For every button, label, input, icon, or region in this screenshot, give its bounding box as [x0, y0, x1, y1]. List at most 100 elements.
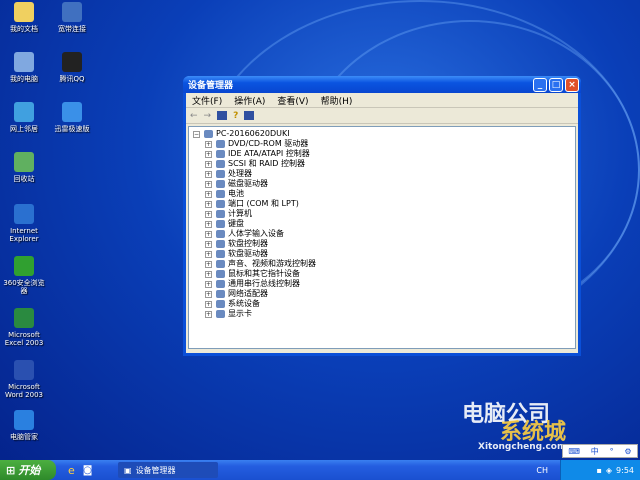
maximize-button[interactable]: □ — [549, 77, 563, 92]
expand-icon[interactable]: + — [205, 200, 212, 208]
device-category[interactable]: + 系统设备 — [193, 299, 571, 309]
expand-icon[interactable]: + — [205, 230, 212, 238]
expand-icon[interactable]: + — [205, 300, 212, 308]
app-icon — [14, 52, 34, 72]
expand-icon[interactable]: + — [205, 170, 212, 178]
device-category[interactable]: + 键盘 — [193, 219, 571, 229]
network-icon[interactable]: ▪ — [596, 466, 601, 475]
device-category[interactable]: + 人体学输入设备 — [193, 229, 571, 239]
device-icon — [216, 290, 225, 298]
start-label: 开始 — [18, 464, 41, 477]
device-icon — [216, 240, 225, 248]
console-tree-icon[interactable] — [244, 111, 255, 120]
device-category[interactable]: + SCSI 和 RAID 控制器 — [193, 159, 571, 169]
close-button[interactable]: × — [565, 77, 579, 92]
security-shield-icon[interactable]: ◈ — [606, 466, 612, 475]
expand-icon[interactable]: + — [205, 260, 212, 268]
show-desktop-icon[interactable]: ◙ — [83, 465, 93, 476]
device-category[interactable]: + 通用串行总线控制器 — [193, 279, 571, 289]
ime-icon[interactable]: ⌨ — [568, 447, 580, 456]
device-manager-window: 设备管理器 _ □ × 文件(F) 操作(A) 查看(V) 帮助(H) ← → … — [183, 76, 581, 356]
desktop-icon[interactable]: Internet Explorer — [0, 204, 48, 243]
back-icon[interactable]: ← — [190, 111, 198, 121]
expand-icon[interactable]: + — [205, 160, 212, 168]
expand-icon[interactable]: + — [205, 220, 212, 228]
punct-icon[interactable]: ° — [610, 447, 614, 456]
computer-icon: ▣ — [124, 465, 132, 475]
settings-icon[interactable]: ⚙ — [624, 447, 631, 456]
device-category[interactable]: + 鼠标和其它指针设备 — [193, 269, 571, 279]
ie-quicklaunch-icon[interactable]: e — [68, 464, 75, 477]
menu-file[interactable]: 文件(F) — [192, 94, 222, 107]
language-bar[interactable]: ⌨ 中 ° ⚙ — [562, 444, 638, 458]
device-category-label: 电池 — [228, 189, 244, 198]
desktop-icon-label: Microsoft Excel 2003 — [4, 331, 44, 347]
expand-icon[interactable]: + — [205, 250, 212, 258]
expand-icon[interactable]: + — [205, 270, 212, 278]
device-category-label: IDE ATA/ATAPI 控制器 — [228, 149, 310, 158]
lang-mode[interactable]: 中 — [591, 446, 599, 457]
desktop-icon-label: 360安全浏览器 — [3, 279, 45, 295]
device-category[interactable]: + 计算机 — [193, 209, 571, 219]
menu-help[interactable]: 帮助(H) — [321, 94, 353, 107]
desktop-icon[interactable]: 腾讯QQ — [48, 52, 96, 83]
watermark-url: Xitongcheng.com — [478, 442, 567, 452]
device-icon — [216, 160, 225, 168]
desktop-icon[interactable]: 回收站 — [0, 152, 48, 183]
device-category[interactable]: + 磁盘驱动器 — [193, 179, 571, 189]
taskbar-item-device-manager[interactable]: ▣ 设备管理器 — [118, 462, 218, 478]
forward-icon[interactable]: → — [204, 111, 212, 121]
tree-root[interactable]: − PC-20160620DUKI — [193, 129, 571, 139]
device-category[interactable]: + 电池 — [193, 189, 571, 199]
system-tray: ▪ ◈ 9:54 — [560, 460, 640, 480]
device-icon — [216, 190, 225, 198]
app-icon — [14, 410, 34, 430]
device-category[interactable]: + DVD/CD-ROM 驱动器 — [193, 139, 571, 149]
desktop-icon[interactable]: 360安全浏览器 — [0, 256, 48, 295]
minimize-button[interactable]: _ — [533, 77, 547, 92]
desktop-icon[interactable]: 电脑管家 — [0, 410, 48, 441]
device-icon — [216, 300, 225, 308]
menu-action[interactable]: 操作(A) — [234, 94, 265, 107]
device-category[interactable]: + 处理器 — [193, 169, 571, 179]
device-category-label: 计算机 — [228, 209, 252, 218]
show-hide-tree-icon[interactable] — [217, 111, 228, 120]
desktop-icon-label: 我的文档 — [10, 25, 38, 33]
app-icon — [62, 102, 82, 122]
device-icon — [216, 170, 225, 178]
desktop-icon-label: 回收站 — [13, 175, 35, 183]
device-category[interactable]: + 软盘控制器 — [193, 239, 571, 249]
desktop-icon[interactable]: 网上邻居 — [0, 102, 48, 133]
expand-icon[interactable]: + — [205, 150, 212, 158]
desktop-icon[interactable]: 我的电脑 — [0, 52, 48, 83]
expand-icon[interactable]: + — [205, 140, 212, 148]
desktop-icon[interactable]: 我的文档 — [0, 2, 48, 33]
properties-help-icon[interactable]: ? — [233, 111, 238, 121]
expand-icon[interactable]: + — [205, 180, 212, 188]
desktop-icon-label: Internet Explorer — [9, 227, 39, 243]
desktop-icon[interactable]: Microsoft Excel 2003 — [0, 308, 48, 347]
desktop-icon-label: 迅雷极速版 — [54, 125, 90, 133]
device-category[interactable]: + 显示卡 — [193, 309, 571, 319]
expand-icon[interactable]: + — [205, 310, 212, 318]
device-category[interactable]: + 软盘驱动器 — [193, 249, 571, 259]
expand-icon[interactable]: + — [205, 190, 212, 198]
expand-icon[interactable]: + — [205, 290, 212, 298]
app-icon — [14, 308, 34, 328]
device-category[interactable]: + 端口 (COM 和 LPT) — [193, 199, 571, 209]
start-button[interactable]: ⊞ 开始 — [0, 460, 56, 480]
device-category[interactable]: + IDE ATA/ATAPI 控制器 — [193, 149, 571, 159]
desktop-icon[interactable]: 宽带连接 — [48, 2, 96, 33]
device-category-label: 处理器 — [228, 169, 252, 178]
expand-icon[interactable]: + — [205, 280, 212, 288]
device-category[interactable]: + 声音、视频和游戏控制器 — [193, 259, 571, 269]
expand-icon[interactable]: + — [205, 210, 212, 218]
expand-icon[interactable]: + — [205, 240, 212, 248]
menu-view[interactable]: 查看(V) — [277, 94, 308, 107]
desktop-icon[interactable]: 迅雷极速版 — [48, 102, 96, 133]
input-language[interactable]: CH — [536, 466, 548, 475]
clock[interactable]: 9:54 — [616, 466, 634, 475]
device-category[interactable]: + 网络适配器 — [193, 289, 571, 299]
desktop-icon[interactable]: Microsoft Word 2003 — [0, 360, 48, 399]
title-bar[interactable]: 设备管理器 _ □ × — [183, 76, 581, 93]
